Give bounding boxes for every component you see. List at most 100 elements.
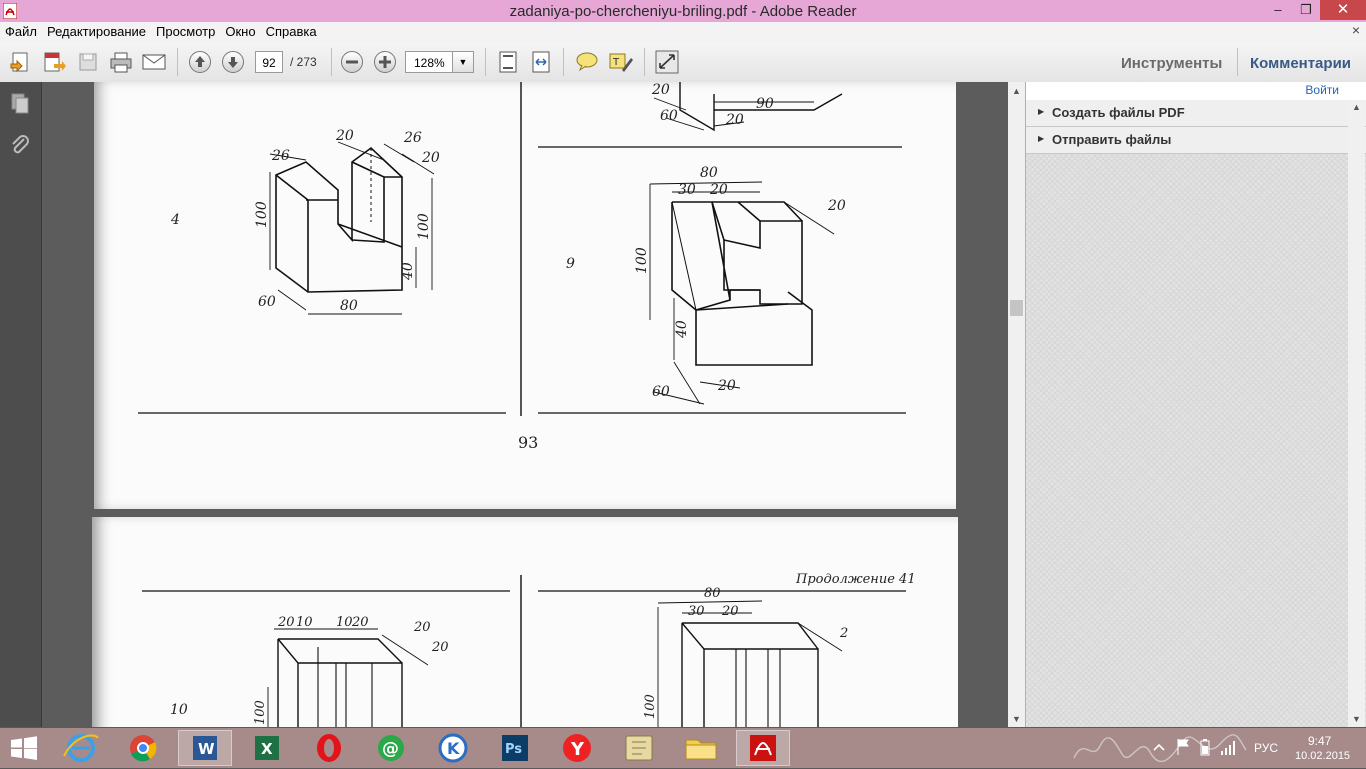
email-icon[interactable] [141, 50, 167, 74]
dimension-label: 60 [652, 384, 670, 400]
pane-empty-area [1026, 154, 1366, 727]
menu-edit[interactable]: Редактирование [42, 22, 151, 42]
tray-chevron-icon[interactable] [1153, 742, 1165, 752]
dimension-label: 100 [253, 700, 268, 725]
convert-icon[interactable] [41, 50, 67, 74]
dimension-label: 20 [709, 182, 728, 198]
dimension-label: 10 [296, 615, 313, 630]
opera-icon[interactable] [302, 730, 356, 766]
toolbar: 92 / 273 128% ▼ T Инструменты Комментари… [0, 42, 1366, 83]
scroll-down-arrow[interactable]: ▼ [1352, 714, 1361, 724]
dimension-label: 20 [721, 604, 739, 619]
highlight-icon[interactable]: T [607, 50, 633, 74]
pane-header: Войти [1026, 82, 1366, 100]
yandex-icon[interactable]: Y [550, 730, 604, 766]
zoom-dropdown-button[interactable]: ▼ [452, 51, 474, 73]
zoom-level-input[interactable]: 128% [405, 51, 453, 73]
dimension-label: 80 [340, 298, 358, 314]
scroll-up-arrow[interactable]: ▲ [1012, 86, 1021, 96]
dimension-label: 40 [674, 320, 690, 339]
create-pdf-panel[interactable]: ▶ Создать файлы PDF [1026, 100, 1366, 127]
fit-width-icon[interactable] [528, 50, 554, 74]
explorer-icon[interactable] [674, 730, 728, 766]
dimension-label: 60 [660, 108, 678, 124]
close-button[interactable]: ✕ [1320, 0, 1366, 20]
photoshop-icon[interactable]: Ps [488, 730, 542, 766]
attachments-icon[interactable] [9, 134, 31, 156]
fullscreen-icon[interactable] [654, 50, 680, 74]
continuation-label: Продолжение 41 [795, 572, 916, 587]
tools-pane-link[interactable]: Инструменты [1121, 55, 1222, 72]
toolbar-separator [177, 48, 178, 76]
k-icon[interactable]: K [426, 730, 480, 766]
ie-icon[interactable] [54, 730, 108, 766]
clock-date[interactable]: 10.02.2015 [1295, 750, 1350, 762]
flag-icon[interactable] [1176, 738, 1190, 756]
panel-label: Отправить файлы [1052, 132, 1172, 147]
task-number: 9 [566, 256, 575, 272]
chrome-icon[interactable] [116, 730, 170, 766]
drawing-sheet: 4 26 20 26 20 100 100 40 60 80 9 20 90 6… [138, 82, 906, 452]
page-number-input[interactable]: 92 [255, 51, 283, 73]
menu-view[interactable]: Просмотр [151, 22, 220, 42]
dimension-label: 20 [651, 82, 670, 98]
close-document-button[interactable]: × [1352, 22, 1360, 38]
dimension-label: 100 [254, 201, 270, 228]
svg-text:@: @ [382, 739, 399, 759]
expand-arrow-icon: ▶ [1038, 134, 1045, 143]
scroll-thumb[interactable] [1010, 300, 1023, 316]
maximize-button[interactable]: ❐ [1292, 0, 1320, 20]
dimension-label: 26 [271, 148, 290, 164]
prev-page-icon[interactable] [189, 51, 211, 73]
create-pdf-icon[interactable] [8, 50, 34, 74]
excel-icon[interactable]: X [240, 730, 294, 766]
comments-pane-link[interactable]: Комментарии [1250, 55, 1351, 72]
dimension-label: 20 [335, 128, 354, 144]
page-total-label: / 273 [290, 55, 317, 69]
print-icon[interactable] [108, 50, 134, 74]
dimension-label: 80 [700, 165, 718, 181]
send-files-panel[interactable]: ▶ Отправить файлы [1026, 127, 1366, 154]
clock-time[interactable]: 9:47 [1308, 734, 1331, 748]
start-icon[interactable] [10, 736, 38, 760]
sign-in-link[interactable]: Войти [1305, 83, 1339, 97]
menu-window[interactable]: Окно [220, 22, 260, 42]
save-icon[interactable] [75, 50, 101, 74]
dimension-label: 100 [634, 247, 650, 274]
document-scrollbar[interactable]: ▲ ▼ [1008, 82, 1025, 727]
zoom-in-icon[interactable] [374, 51, 396, 73]
zoom-out-icon[interactable] [341, 51, 363, 73]
signal-icon[interactable] [1220, 738, 1236, 756]
scroll-up-arrow[interactable]: ▲ [1352, 102, 1361, 112]
title-bar: zadaniya-po-chercheniyu-briling.pdf - Ad… [0, 0, 1366, 22]
fit-page-icon[interactable] [495, 50, 521, 74]
document-view[interactable]: 4 26 20 26 20 100 100 40 60 80 9 20 90 6… [42, 82, 1008, 727]
svg-text:Y: Y [570, 739, 585, 760]
dimension-label: 20 [351, 615, 369, 630]
scroll-down-arrow[interactable]: ▼ [1012, 714, 1021, 724]
dimension-label: 20 [725, 112, 744, 128]
menu-file[interactable]: Файл [0, 22, 42, 42]
menu-help[interactable]: Справка [261, 22, 322, 42]
dimension-label: 20 [421, 150, 440, 166]
pages-thumbnail-icon[interactable] [9, 92, 31, 114]
battery-icon[interactable] [1198, 738, 1212, 756]
drawing-sheet: Продолжение 41 10 20 10 10 20 20 20 100 … [142, 572, 916, 727]
svg-text:T: T [612, 57, 620, 68]
toolbar-separator [485, 48, 486, 76]
toolbar-separator [644, 48, 645, 76]
dimension-label: 100 [416, 213, 432, 240]
dimension-label: 20 [717, 378, 736, 394]
comment-icon[interactable] [574, 50, 600, 74]
acrobat-icon[interactable] [736, 730, 790, 766]
archive-icon[interactable] [612, 730, 666, 766]
language-indicator[interactable]: РУС [1254, 741, 1278, 755]
mail-agent-icon[interactable]: @ [364, 730, 418, 766]
next-page-icon[interactable] [222, 51, 244, 73]
minimize-button[interactable]: ‒ [1264, 0, 1292, 20]
toolbar-separator [563, 48, 564, 76]
dimension-label: 30 [678, 182, 696, 198]
pane-scrollbar[interactable]: ▲ ▼ [1348, 100, 1365, 727]
svg-text:K: K [447, 739, 460, 758]
word-icon[interactable]: W [178, 730, 232, 766]
